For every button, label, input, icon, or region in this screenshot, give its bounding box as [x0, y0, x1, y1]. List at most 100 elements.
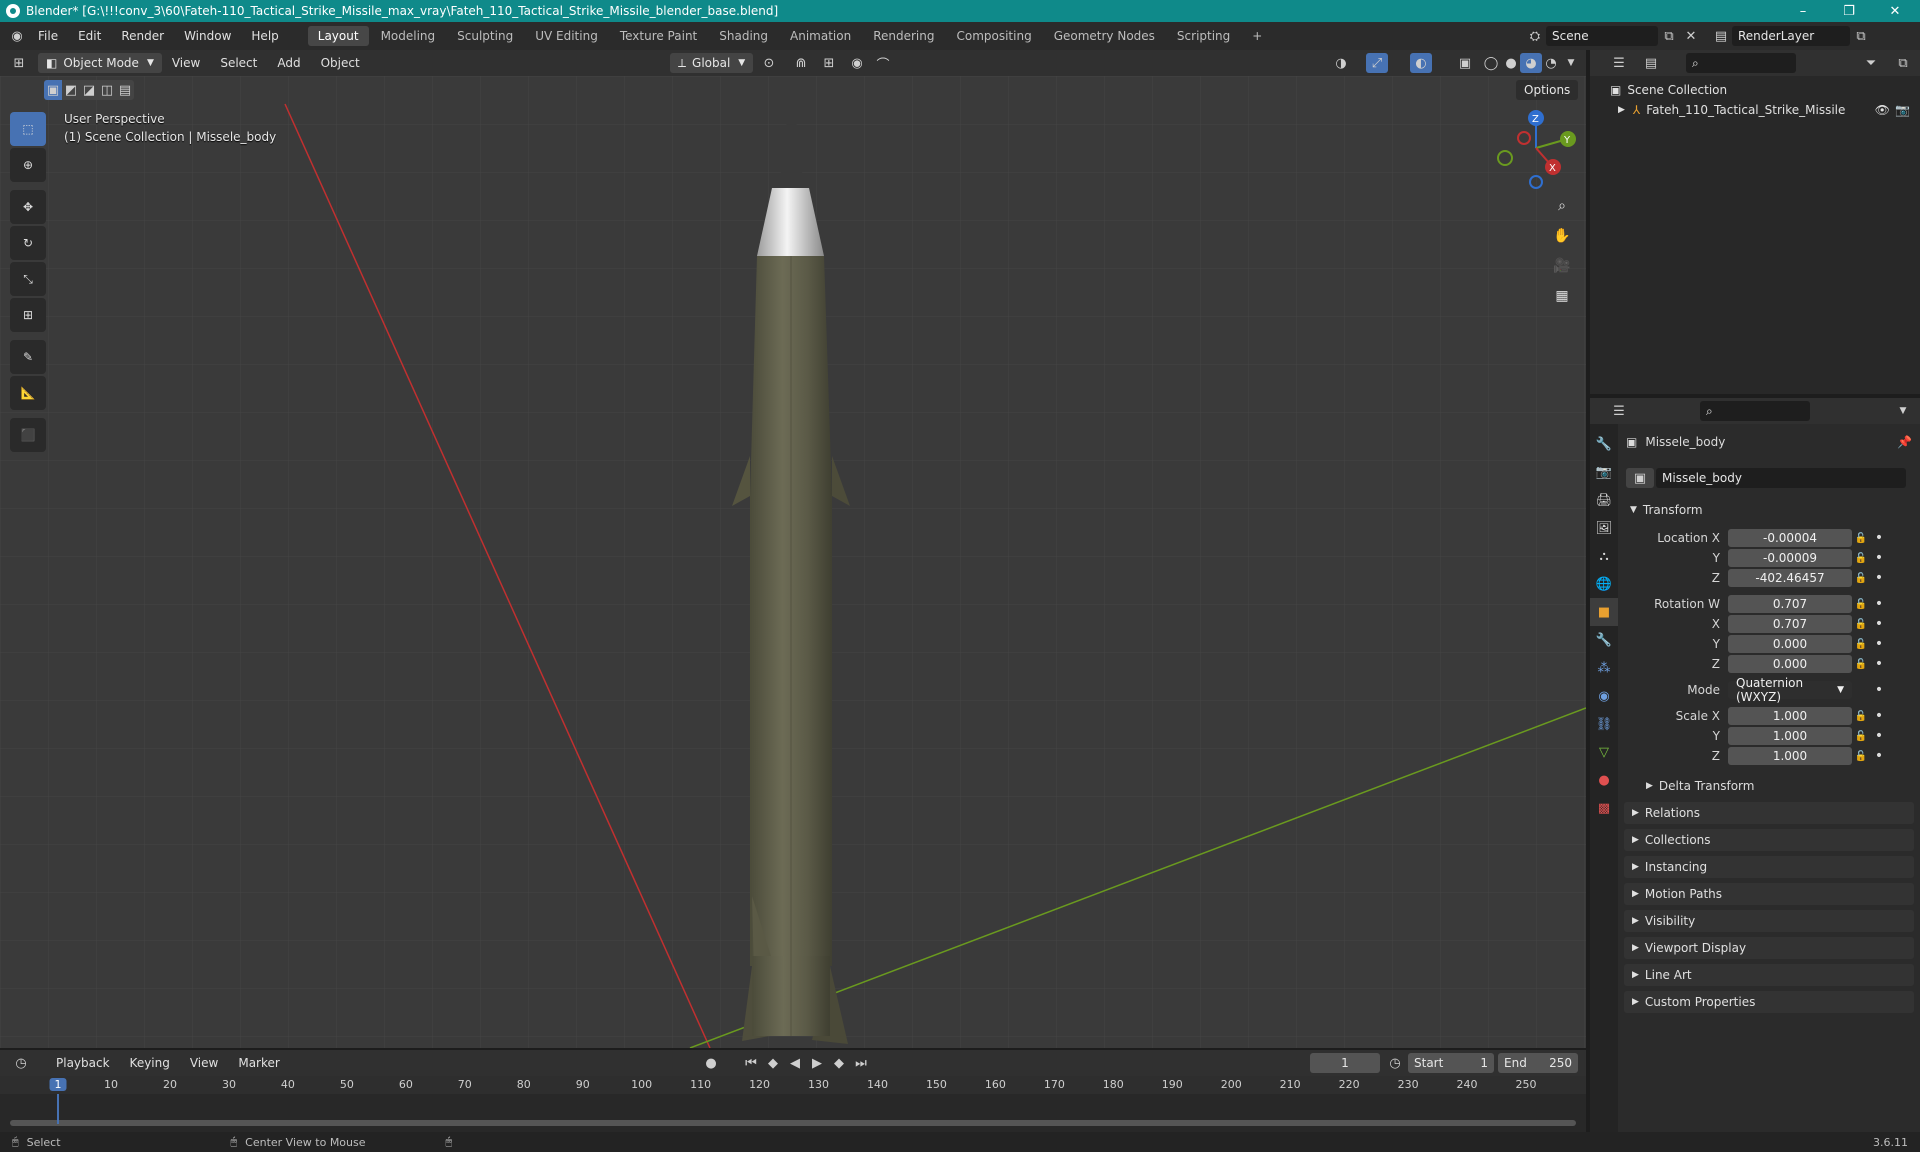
- properties-options-icon[interactable]: ▼: [1892, 401, 1914, 421]
- scene-selector[interactable]: Scene: [1546, 26, 1658, 46]
- next-keyframe-icon[interactable]: ◆: [828, 1053, 850, 1073]
- zoom-icon[interactable]: ⌕: [1548, 192, 1576, 220]
- properties-editor-icon[interactable]: ☰: [1608, 401, 1630, 421]
- playhead-line[interactable]: [57, 1094, 59, 1124]
- viewport-menu-select[interactable]: Select: [210, 56, 267, 70]
- keyframe-dot-icon[interactable]: •: [1870, 616, 1888, 632]
- pin-icon[interactable]: 📌: [1897, 435, 1912, 449]
- camera-view-icon[interactable]: 🎥: [1548, 252, 1576, 280]
- timeline-menu-keying[interactable]: Keying: [120, 1056, 180, 1070]
- display-mode-icon[interactable]: ▤: [1640, 53, 1662, 73]
- rotation-w-field[interactable]: 0.707: [1728, 595, 1852, 613]
- start-frame-field[interactable]: Start 1: [1408, 1053, 1494, 1073]
- measure-tool-icon[interactable]: 📐: [10, 376, 46, 410]
- object-tab-icon[interactable]: ■: [1590, 598, 1618, 626]
- rotation-mode-select[interactable]: Quaternion (WXYZ) ▼: [1728, 676, 1852, 704]
- falloff-icon[interactable]: ⌒: [872, 53, 894, 73]
- scene-icon[interactable]: ⛭: [1524, 26, 1546, 46]
- select-box-tool-icon[interactable]: ⬚: [10, 112, 46, 146]
- keyframe-dot-icon[interactable]: •: [1870, 570, 1888, 586]
- panel-viewport-display[interactable]: ▶ Viewport Display: [1624, 937, 1914, 959]
- pan-hand-icon[interactable]: ✋: [1548, 222, 1576, 250]
- snap-icon[interactable]: ⋒: [790, 53, 812, 73]
- select-extend-icon[interactable]: ◩: [62, 80, 80, 100]
- lock-icon[interactable]: 🔓: [1852, 619, 1870, 630]
- panel-collections[interactable]: ▶ Collections: [1624, 829, 1914, 851]
- properties-search-input[interactable]: ⌕: [1700, 401, 1810, 421]
- timeline-menu-playback[interactable]: Playback: [46, 1056, 120, 1070]
- panel-relations[interactable]: ▶ Relations: [1624, 802, 1914, 824]
- 3d-viewport[interactable]: Z Y X Options: [0, 76, 1586, 1048]
- options-button[interactable]: Options: [1516, 80, 1579, 100]
- timeline-scrollbar[interactable]: [10, 1120, 1576, 1126]
- select-invert-icon[interactable]: ◫: [98, 80, 116, 100]
- outliner-search-input[interactable]: ⌕: [1686, 53, 1796, 73]
- editor-type-icon[interactable]: ⊞: [8, 53, 30, 73]
- menu-help[interactable]: Help: [241, 29, 288, 43]
- keyframe-dot-icon[interactable]: •: [1870, 682, 1888, 698]
- play-reverse-icon[interactable]: ◀: [784, 1053, 806, 1073]
- menu-file[interactable]: File: [28, 29, 68, 43]
- tab-sculpting[interactable]: Sculpting: [447, 26, 523, 46]
- cursor-tool-icon[interactable]: ⊕: [10, 148, 46, 182]
- new-collection-icon[interactable]: ⧉: [1892, 53, 1914, 73]
- keyframe-dot-icon[interactable]: •: [1870, 636, 1888, 652]
- proportional-edit-icon[interactable]: ◉: [846, 53, 868, 73]
- tab-texture-paint[interactable]: Texture Paint: [610, 26, 707, 46]
- panel-custom-properties[interactable]: ▶ Custom Properties: [1624, 991, 1914, 1013]
- material-shading-icon[interactable]: ◕: [1520, 53, 1542, 73]
- lock-icon[interactable]: 🔓: [1852, 659, 1870, 670]
- select-intersect-icon[interactable]: ▤: [116, 80, 134, 100]
- current-frame-field[interactable]: 1: [1310, 1053, 1380, 1073]
- jump-start-icon[interactable]: ⏮: [740, 1053, 762, 1073]
- physics-tab-icon[interactable]: ◉: [1590, 682, 1618, 710]
- world-tab-icon[interactable]: 🌐: [1590, 570, 1618, 598]
- texture-tab-icon[interactable]: ▩: [1590, 794, 1618, 822]
- viewport-menu-view[interactable]: View: [162, 56, 210, 70]
- mode-selector[interactable]: ◧ Object Mode ▼: [38, 53, 162, 73]
- lock-icon[interactable]: 🔓: [1852, 639, 1870, 650]
- visibility-icon[interactable]: ◑: [1330, 53, 1352, 73]
- lock-icon[interactable]: 🔓: [1852, 711, 1870, 722]
- new-layer-icon[interactable]: ⧉: [1850, 26, 1872, 46]
- render-layer-selector[interactable]: RenderLayer: [1732, 26, 1850, 46]
- output-tab-icon[interactable]: 🖨: [1590, 486, 1618, 514]
- render-camera-icon[interactable]: 📷: [1895, 103, 1910, 117]
- minimize-button[interactable]: –: [1780, 0, 1826, 22]
- object-browse-icon[interactable]: ▣: [1626, 468, 1654, 488]
- material-tab-icon[interactable]: ●: [1590, 766, 1618, 794]
- lock-icon[interactable]: 🔓: [1852, 751, 1870, 762]
- play-icon[interactable]: ▶: [806, 1053, 828, 1073]
- solid-shading-icon[interactable]: ●: [1500, 53, 1522, 73]
- keyframe-dot-icon[interactable]: •: [1870, 596, 1888, 612]
- transform-tool-icon[interactable]: ⊞: [10, 298, 46, 332]
- outliner-editor-icon[interactable]: ☰: [1608, 53, 1630, 73]
- lock-icon[interactable]: 🔓: [1852, 573, 1870, 584]
- lock-icon[interactable]: 🔓: [1852, 599, 1870, 610]
- select-new-icon[interactable]: ▣: [44, 80, 62, 100]
- panel-motion-paths[interactable]: ▶ Motion Paths: [1624, 883, 1914, 905]
- pivot-icon[interactable]: ⊙: [758, 53, 780, 73]
- location-x-field[interactable]: -0.00004: [1728, 529, 1852, 547]
- keyframe-dot-icon[interactable]: •: [1870, 530, 1888, 546]
- orientation-selector[interactable]: ⟂ Global ▼: [670, 53, 754, 73]
- overlay-toggle-icon[interactable]: ◐: [1410, 53, 1432, 73]
- viewport-menu-add[interactable]: Add: [267, 56, 310, 70]
- transform-panel-header[interactable]: ▼ Transform: [1618, 500, 1920, 520]
- menu-window[interactable]: Window: [174, 29, 241, 43]
- delete-scene-icon[interactable]: ✕: [1680, 26, 1702, 46]
- add-cube-tool-icon[interactable]: ⬛: [10, 418, 46, 452]
- jump-end-icon[interactable]: ⏭: [850, 1053, 872, 1073]
- rotation-x-field[interactable]: 0.707: [1728, 615, 1852, 633]
- rotation-y-field[interactable]: 0.000: [1728, 635, 1852, 653]
- rotation-z-field[interactable]: 0.000: [1728, 655, 1852, 673]
- new-scene-icon[interactable]: ⧉: [1658, 26, 1680, 46]
- tab-modeling[interactable]: Modeling: [371, 26, 446, 46]
- menu-edit[interactable]: Edit: [68, 29, 111, 43]
- annotate-tool-icon[interactable]: ✎: [10, 340, 46, 374]
- record-icon[interactable]: ●: [700, 1053, 722, 1073]
- keyframe-dot-icon[interactable]: •: [1870, 656, 1888, 672]
- shading-options-icon[interactable]: ▼: [1560, 53, 1582, 73]
- scale-y-field[interactable]: 1.000: [1728, 727, 1852, 745]
- tool-tab-icon[interactable]: 🔧: [1590, 430, 1618, 458]
